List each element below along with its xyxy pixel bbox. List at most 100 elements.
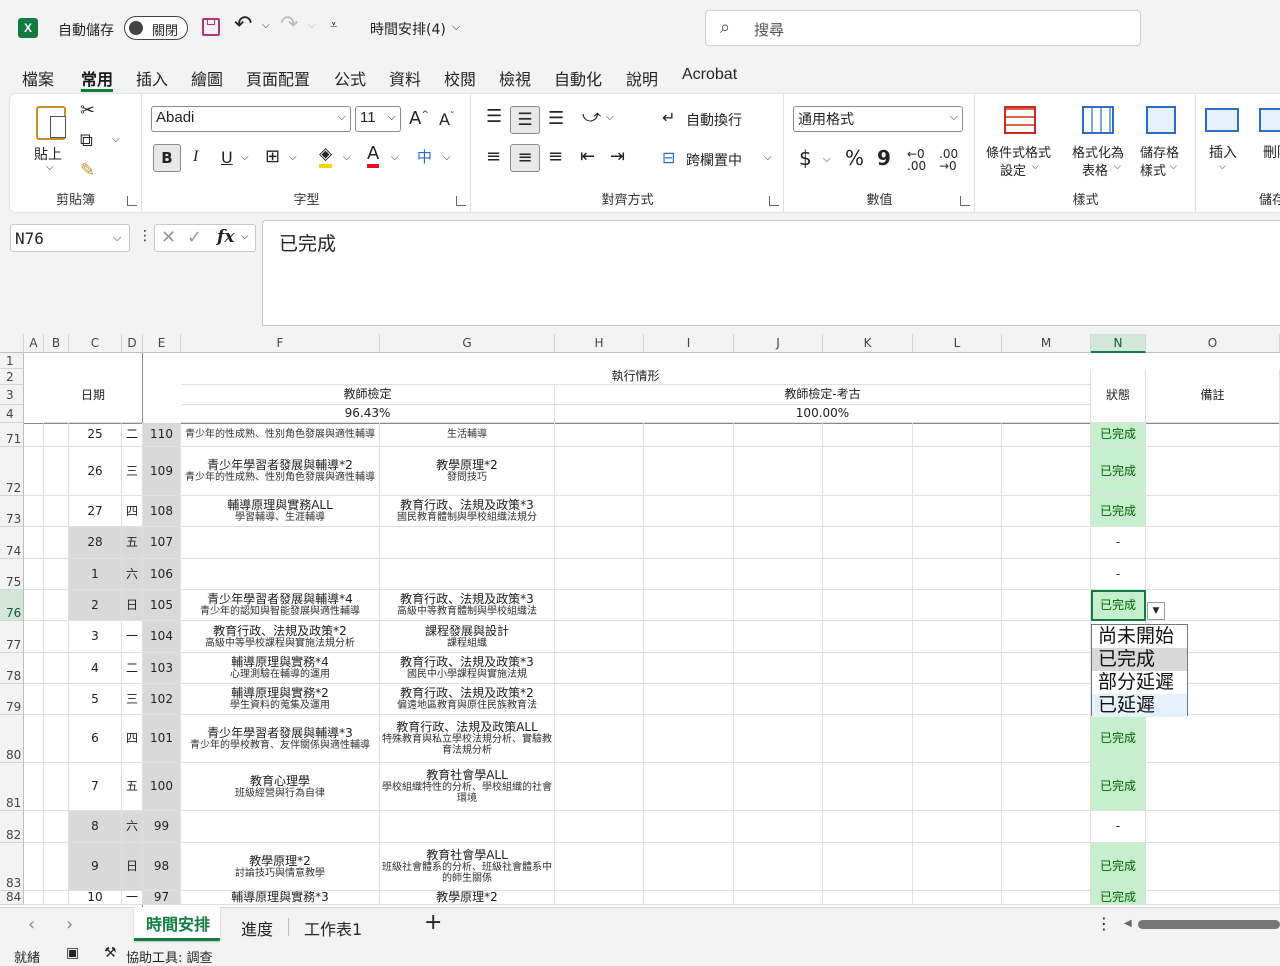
- blank-cell[interactable]: [24, 715, 44, 763]
- format-as-table-button[interactable]: 格式化為 表格 ⌵: [1066, 104, 1128, 184]
- note-cell[interactable]: [1146, 447, 1280, 496]
- date-day-cell[interactable]: 6: [69, 715, 122, 763]
- tab-automate[interactable]: 自動化: [554, 66, 602, 90]
- blank-cell[interactable]: [24, 811, 44, 843]
- blank-cell[interactable]: [823, 811, 913, 843]
- header-execution[interactable]: 執行情形: [181, 369, 1091, 385]
- countdown-cell[interactable]: 103: [143, 653, 181, 684]
- date-day-cell[interactable]: 3: [69, 621, 122, 653]
- column-header-i[interactable]: I: [644, 334, 734, 353]
- column-header-c[interactable]: C: [69, 334, 122, 353]
- blank-cell[interactable]: [734, 559, 823, 590]
- blank-cell[interactable]: [644, 653, 734, 684]
- exam-task-cell[interactable]: 生活輔導: [380, 423, 555, 447]
- border-dropdown-icon[interactable]: ⌵: [289, 152, 297, 163]
- exam-task-cell[interactable]: 教學原理*2: [380, 891, 555, 905]
- blank-cell[interactable]: [644, 763, 734, 811]
- name-box[interactable]: N76 ⌵: [10, 224, 130, 252]
- note-cell[interactable]: [1146, 843, 1280, 891]
- font-launcher-icon[interactable]: [456, 196, 466, 206]
- blank-cell[interactable]: [555, 423, 644, 447]
- status-cell[interactable]: 已完成: [1091, 496, 1146, 527]
- blank-cell[interactable]: [1002, 559, 1091, 590]
- status-cell[interactable]: -: [1091, 559, 1146, 590]
- align-top-icon[interactable]: ☰: [486, 106, 502, 127]
- blank-cell[interactable]: [44, 811, 69, 843]
- clipboard-launcher-icon[interactable]: [127, 196, 137, 206]
- row-header[interactable]: 83: [0, 843, 24, 891]
- blank-cell[interactable]: [734, 590, 823, 621]
- blank-cell[interactable]: [1002, 447, 1091, 496]
- blank-cell[interactable]: [644, 496, 734, 527]
- tab-insert[interactable]: 插入: [136, 66, 168, 90]
- teacher-cert-task-cell[interactable]: 青少年學習者發展與輔導*4 青少年的認知與智能發展與適性輔導: [181, 590, 380, 621]
- accessibility-icon[interactable]: ⚒: [104, 945, 117, 961]
- countdown-cell[interactable]: 104: [143, 621, 181, 653]
- blank-cell[interactable]: [24, 496, 44, 527]
- tab-file[interactable]: 檔案: [22, 66, 54, 90]
- note-cell[interactable]: [1146, 763, 1280, 811]
- insert-function-icon[interactable]: fx: [217, 227, 234, 247]
- percent-button[interactable]: %: [845, 146, 864, 170]
- countdown-cell[interactable]: 107: [143, 527, 181, 559]
- row-header[interactable]: 77: [0, 621, 24, 653]
- save-icon[interactable]: [202, 18, 220, 36]
- formula-bar-grip-icon[interactable]: ⋮: [138, 228, 152, 244]
- tab-acrobat[interactable]: Acrobat: [682, 66, 737, 84]
- column-header-l[interactable]: L: [913, 334, 1002, 353]
- weekday-cell[interactable]: 二: [122, 423, 143, 447]
- exam-task-cell[interactable]: 教育行政、法規及政策*2 偏遠地區教育與原住民族教育法: [380, 684, 555, 715]
- column-header-e[interactable]: E: [143, 334, 181, 353]
- row-header[interactable]: 76: [0, 590, 24, 621]
- exam-task-cell[interactable]: 教學原理*2 發問技巧: [380, 447, 555, 496]
- weekday-cell[interactable]: 三: [122, 447, 143, 496]
- currency-dropdown-icon[interactable]: ⌵: [823, 154, 831, 165]
- header-note[interactable]: 備註: [1146, 369, 1280, 423]
- header-date[interactable]: 日期: [44, 369, 143, 423]
- blank-cell[interactable]: [823, 843, 913, 891]
- blank-cell[interactable]: [44, 843, 69, 891]
- underline-button[interactable]: U: [221, 148, 233, 167]
- blank-cell[interactable]: [555, 590, 644, 621]
- orientation-icon[interactable]: ⤻: [582, 106, 601, 127]
- teacher-cert-task-cell[interactable]: 輔導原理與實務ALL 學習輔導、生涯輔導: [181, 496, 380, 527]
- blank-cell[interactable]: [555, 811, 644, 843]
- countdown-cell[interactable]: 109: [143, 447, 181, 496]
- dropdown-option-not-started[interactable]: 尚未開始: [1092, 625, 1187, 648]
- blank-cell[interactable]: [1002, 811, 1091, 843]
- weekday-cell[interactable]: 日: [122, 843, 143, 891]
- weekday-cell[interactable]: 三: [122, 684, 143, 715]
- date-day-cell[interactable]: 10: [69, 891, 122, 905]
- exam-task-cell[interactable]: 教育行政、法規及政策*3 高級中等教育體制與學校組織法: [380, 590, 555, 621]
- column-header-b[interactable]: B: [44, 334, 69, 353]
- dropdown-option-done[interactable]: 已完成: [1092, 648, 1187, 671]
- blank-cell[interactable]: [44, 653, 69, 684]
- teacher-cert-task-cell[interactable]: 輔導原理與實務*4 心理測驗在輔導的運用: [181, 653, 380, 684]
- tab-bar-menu-icon[interactable]: ⋮: [1096, 914, 1112, 933]
- exam-task-cell[interactable]: 教育社會學ALL 班級社會體系的分析、班級社會體系中的師生關係: [380, 843, 555, 891]
- date-day-cell[interactable]: 26: [69, 447, 122, 496]
- blank-cell[interactable]: [913, 811, 1002, 843]
- blank-cell[interactable]: [913, 447, 1002, 496]
- undo-icon[interactable]: ↶: [234, 12, 252, 37]
- blank-cell[interactable]: [555, 715, 644, 763]
- teacher-cert-task-cell[interactable]: [181, 559, 380, 590]
- blank-cell[interactable]: [913, 559, 1002, 590]
- blank-cell[interactable]: [1002, 684, 1091, 715]
- exam-task-cell[interactable]: [380, 811, 555, 843]
- scroll-left-icon[interactable]: ◀: [1124, 918, 1132, 929]
- sheet-tab-sheet1[interactable]: 工作表1: [304, 916, 362, 940]
- weekday-cell[interactable]: 六: [122, 811, 143, 843]
- note-cell[interactable]: [1146, 559, 1280, 590]
- blank-cell[interactable]: [44, 447, 69, 496]
- cell-dropdown-button[interactable]: ▼: [1147, 602, 1165, 620]
- dropdown-option-delayed[interactable]: 已延遲: [1092, 694, 1187, 717]
- teacher-cert-task-cell[interactable]: 青少年學習者發展與輔導*2 青少年的性成熟、性別角色發展與適性輔導: [181, 447, 380, 496]
- blank-cell[interactable]: [24, 423, 44, 447]
- blank-cell[interactable]: [823, 447, 913, 496]
- note-cell[interactable]: [1146, 811, 1280, 843]
- alignment-launcher-icon[interactable]: [769, 196, 779, 206]
- blank-cell[interactable]: [644, 715, 734, 763]
- blank-cell[interactable]: [734, 763, 823, 811]
- decrease-indent-icon[interactable]: ⇤: [580, 146, 595, 167]
